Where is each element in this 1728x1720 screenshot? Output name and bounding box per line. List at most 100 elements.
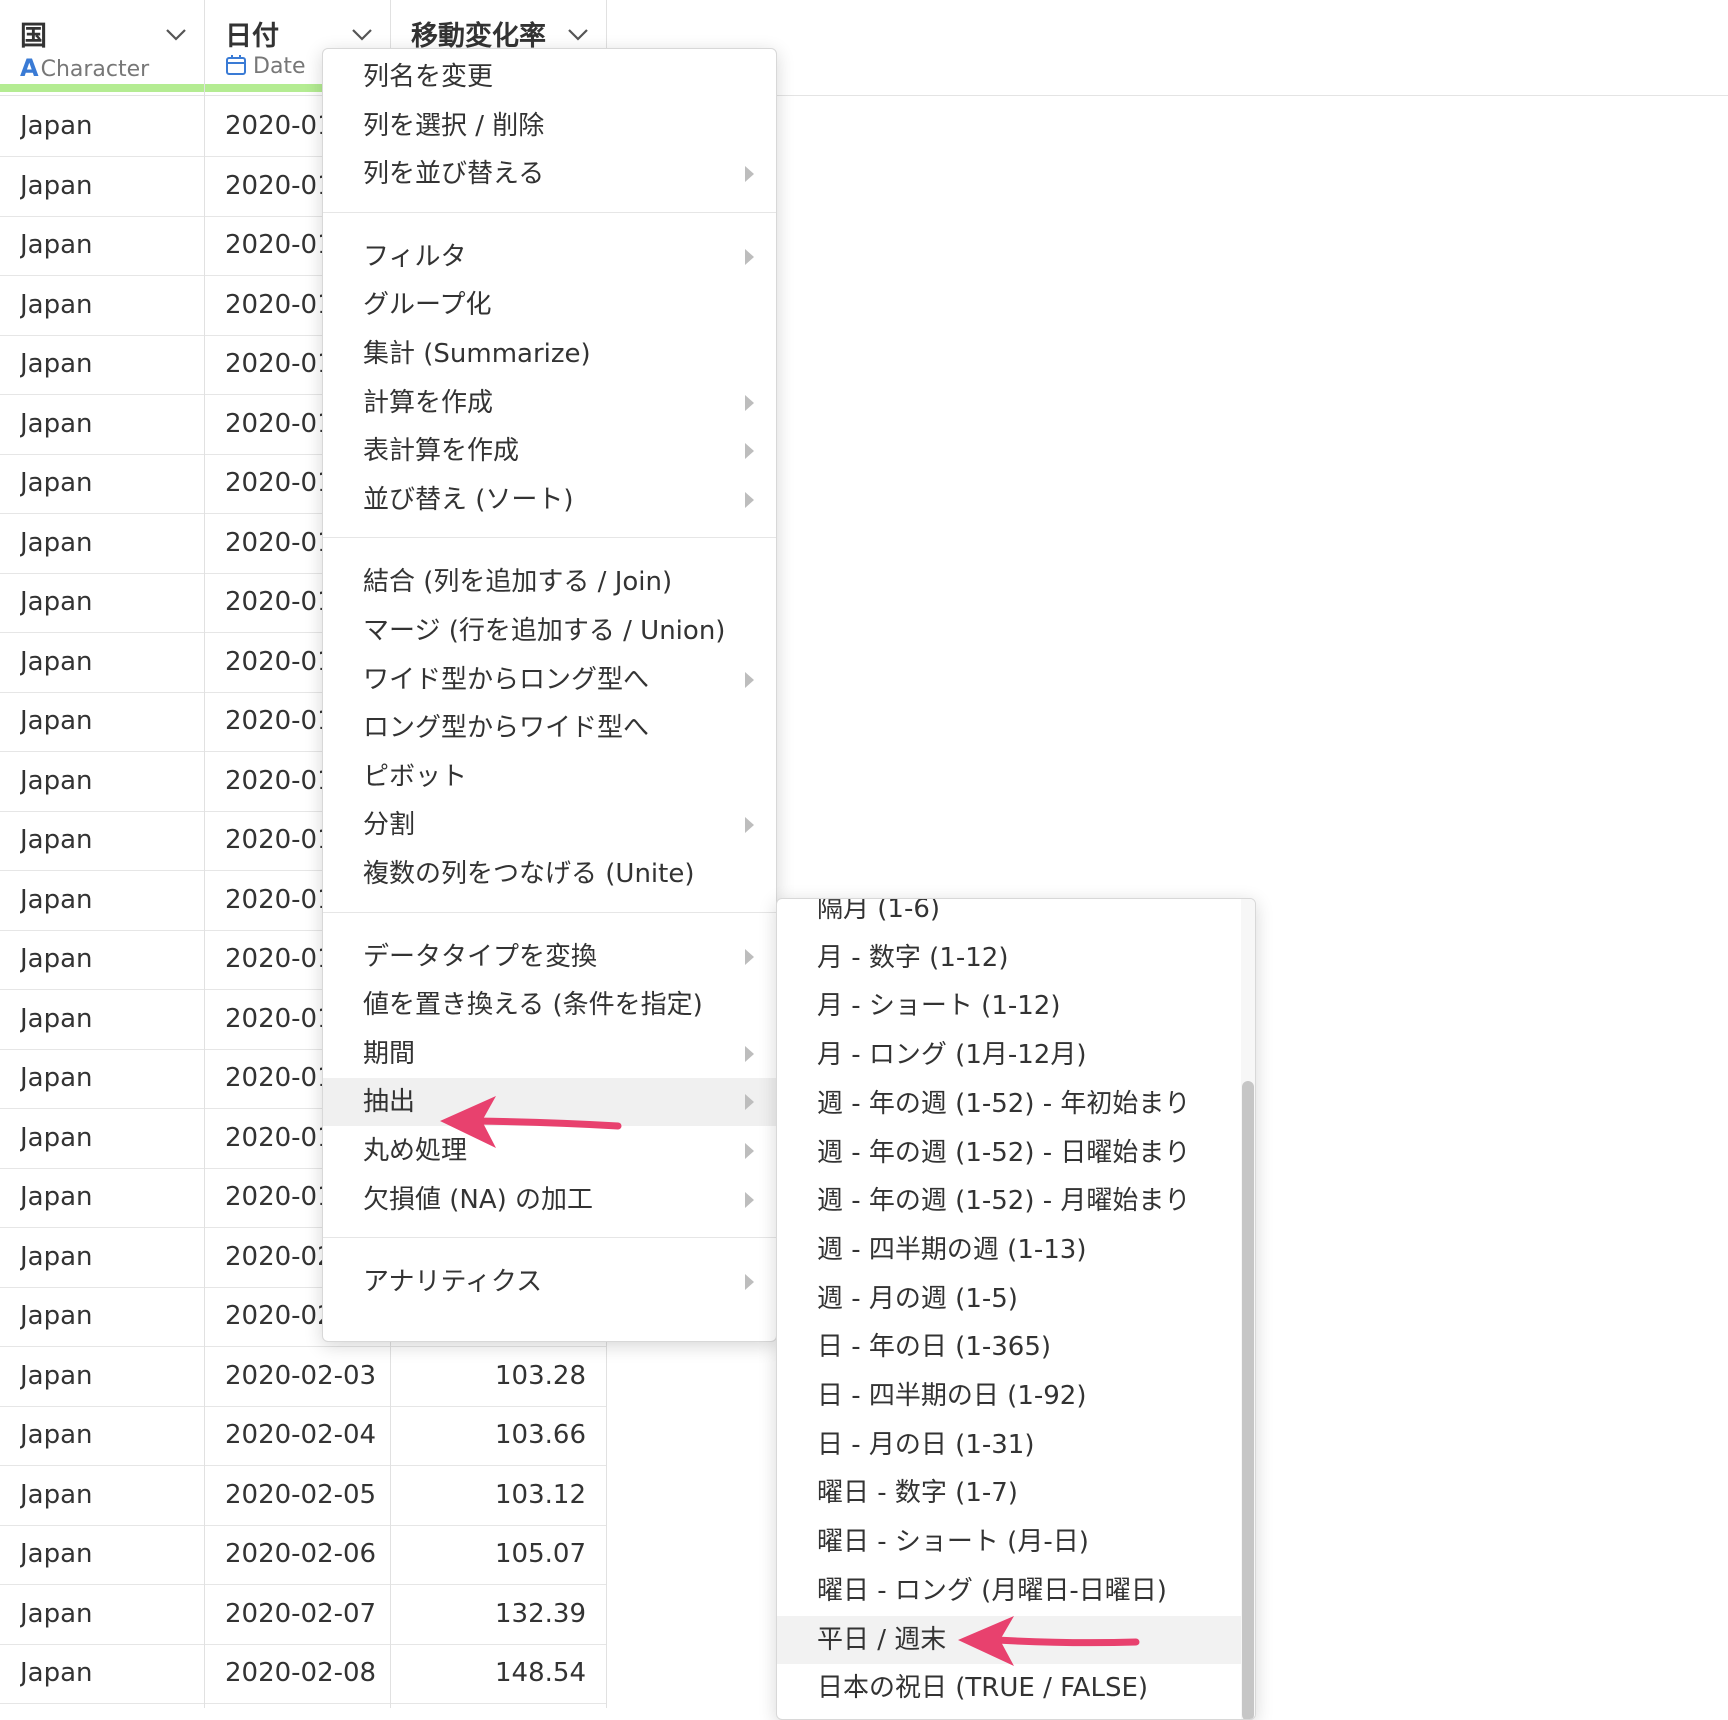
menu-item-label: 抽出 bbox=[363, 1087, 416, 1118]
submenu-item[interactable]: 月 - ショート (1-12) bbox=[777, 982, 1243, 1030]
menu-separator bbox=[323, 537, 776, 539]
submenu-item-label: 曜日 - ロング (月曜日-日曜日) bbox=[817, 1575, 1167, 1606]
menu-item[interactable]: 欠損値 (NA) の加工 bbox=[323, 1176, 776, 1224]
submenu-item[interactable]: 週 - 年の週 (1-52) - 月曜始まり bbox=[777, 1177, 1243, 1225]
header-divider bbox=[0, 95, 1728, 96]
menu-item[interactable]: 列名を変更 bbox=[323, 53, 776, 101]
cell-date: 2020-02-07 bbox=[225, 1598, 375, 1629]
menu-item-label: 集計 (Summarize) bbox=[363, 339, 591, 369]
cell-date: 2020-02-05 bbox=[225, 1479, 375, 1510]
menu-item[interactable]: 列を選択 / 削除 bbox=[323, 102, 776, 150]
submenu-item[interactable]: 週 - 四半期の週 (1-13) bbox=[777, 1226, 1243, 1274]
submenu-item-label: 曜日 - 数字 (1-7) bbox=[817, 1478, 1018, 1509]
menu-item[interactable]: グループ化 bbox=[323, 281, 776, 329]
submenu-item[interactable]: 日 - 四半期の日 (1-92) bbox=[777, 1372, 1243, 1420]
menu-item-label: 欠損値 (NA) の加工 bbox=[363, 1184, 594, 1215]
menu-item[interactable]: ロング型からワイド型へ bbox=[323, 704, 776, 752]
submenu-arrow-icon bbox=[745, 248, 754, 265]
menu-separator bbox=[323, 1237, 776, 1239]
submenu-item[interactable]: 週 - 年の週 (1-52) - 年初始まり bbox=[777, 1080, 1243, 1128]
column-type-label: Date bbox=[253, 54, 306, 79]
cell-country: Japan bbox=[20, 408, 93, 439]
menu-item[interactable]: ピボット bbox=[323, 753, 776, 801]
column-name: 国 bbox=[20, 21, 47, 52]
menu-item[interactable]: 期間 bbox=[323, 1030, 776, 1078]
table-row[interactable]: Japan 2020-02-04 103.66 bbox=[0, 1406, 606, 1466]
submenu-item[interactable]: 隔月 (1-6) bbox=[777, 898, 1243, 933]
submenu-item-label: 平日 / 週末 bbox=[817, 1624, 947, 1655]
column-header-country[interactable]: 国 ACharacter bbox=[0, 0, 204, 90]
cell-country: Japan bbox=[20, 587, 93, 617]
table-row[interactable]: Japan 2020-02-06 105.07 bbox=[0, 1525, 606, 1585]
menu-item[interactable]: 結合 (列を追加する / Join) bbox=[323, 558, 776, 606]
submenu-arrow-icon bbox=[745, 1191, 754, 1208]
menu-item[interactable]: ワイド型からロング型へ bbox=[323, 656, 776, 704]
submenu-arrow-icon bbox=[745, 166, 754, 183]
cell-date: 2020-02-04 bbox=[225, 1420, 375, 1450]
chevron-down-icon[interactable] bbox=[567, 28, 589, 42]
menu-item-label: 複数の列をつなげる (Unite) bbox=[363, 859, 695, 889]
submenu-arrow-icon bbox=[745, 1143, 754, 1159]
chevron-down-icon[interactable] bbox=[351, 28, 373, 42]
menu-item[interactable]: 計算を作成 bbox=[323, 379, 776, 427]
table-row[interactable]: Japan 2020-02-03 103.28 bbox=[0, 1347, 606, 1407]
submenu-item[interactable]: 週 - 年の週 (1-52) - 日曜始まり bbox=[777, 1129, 1243, 1177]
menu-item-label: ピボット bbox=[363, 761, 468, 792]
column-header-quality-bar bbox=[0, 84, 323, 92]
menu-item[interactable]: 表計算を作成 bbox=[323, 427, 776, 475]
menu-item-label: グループ化 bbox=[363, 290, 492, 321]
extract-submenu: 日本の祝日 (TRUE / FALSE) 平日 / 週末 曜日 - ロング (月曜日… bbox=[776, 898, 1256, 1720]
menu-item-label: 分割 bbox=[363, 810, 416, 841]
menu-item[interactable]: 分割 bbox=[323, 801, 776, 849]
character-type-icon: A bbox=[20, 54, 39, 82]
submenu-item[interactable]: 曜日 - ロング (月曜日-日曜日) bbox=[777, 1567, 1243, 1615]
menu-item[interactable]: 並び替え (ソート) bbox=[323, 476, 776, 524]
calendar-icon bbox=[226, 55, 246, 75]
submenu-item[interactable]: 日 - 年の日 (1-365) bbox=[777, 1323, 1243, 1371]
submenu-arrow-icon bbox=[745, 394, 754, 411]
submenu-item[interactable]: 日 - 月の日 (1-31) bbox=[777, 1421, 1243, 1469]
submenu-item-label: 週 - 四半期の週 (1-13) bbox=[817, 1234, 1087, 1265]
submenu-item[interactable]: 曜日 - 数字 (1-7) bbox=[777, 1469, 1243, 1517]
submenu-item-label: 週 - 年の週 (1-52) - 日曜始まり bbox=[817, 1137, 1191, 1168]
submenu-item-label: 隔月 (1-6) bbox=[817, 898, 941, 924]
menu-item[interactable]: 複数の列をつなげる (Unite) bbox=[323, 850, 776, 898]
menu-item-label: 結合 (列を追加する / Join) bbox=[363, 567, 673, 598]
cell-country: Japan bbox=[20, 765, 93, 796]
submenu-arrow-icon bbox=[745, 1094, 754, 1111]
cell-country: Japan bbox=[20, 1420, 93, 1450]
cell-country: Japan bbox=[20, 170, 93, 201]
menu-item[interactable]: 列を並び替える bbox=[323, 150, 776, 198]
cell-country: Japan bbox=[20, 1598, 93, 1629]
table-row[interactable]: Japan 2020-02-08 148.54 bbox=[0, 1644, 606, 1704]
menu-item[interactable]: 値を置き換える (条件を指定) bbox=[323, 981, 776, 1029]
menu-item[interactable]: データタイプを変換 bbox=[323, 933, 776, 981]
menu-item-label: 表計算を作成 bbox=[363, 436, 520, 467]
chevron-down-icon[interactable] bbox=[165, 28, 187, 42]
menu-item[interactable]: アナリティクス bbox=[323, 1258, 776, 1306]
menu-item[interactable]: フィルタ bbox=[323, 233, 776, 281]
table-row[interactable]: Japan 2020-02-07 132.39 bbox=[0, 1585, 606, 1645]
cell-country: Japan bbox=[20, 230, 93, 260]
submenu-arrow-icon bbox=[745, 948, 754, 965]
cell-country: Japan bbox=[20, 944, 93, 974]
submenu-item[interactable]: 月 - ロング (1月-12月) bbox=[777, 1031, 1243, 1079]
menu-item[interactable]: 集計 (Summarize) bbox=[323, 330, 776, 378]
cell-country: Japan bbox=[20, 1539, 93, 1569]
cell-date: 2020-02-06 bbox=[225, 1539, 375, 1569]
cell-country: Japan bbox=[20, 646, 93, 677]
submenu-item[interactable]: 週 - 月の週 (1-5) bbox=[777, 1275, 1243, 1323]
cell-country: Japan bbox=[20, 527, 93, 558]
table-row[interactable]: Japan 2020-02-05 103.12 bbox=[0, 1466, 606, 1526]
cell-country: Japan bbox=[20, 1122, 93, 1153]
menu-item[interactable]: マージ (行を追加する / Union) bbox=[323, 607, 776, 655]
cell-country: Japan bbox=[20, 1241, 93, 1272]
submenu-item[interactable]: 月 - 数字 (1-12) bbox=[777, 934, 1243, 982]
submenu-arrow-icon bbox=[745, 1045, 754, 1062]
menu-item-label: マージ (行を追加する / Union) bbox=[363, 616, 726, 646]
cell-rate: 148.54 bbox=[495, 1658, 586, 1688]
submenu-arrow-icon bbox=[745, 1274, 754, 1291]
cell-country: Japan bbox=[20, 468, 93, 498]
submenu-item[interactable]: 曜日 - ショート (月-日) bbox=[777, 1518, 1243, 1566]
submenu-scrollbar[interactable] bbox=[1242, 1081, 1254, 1719]
